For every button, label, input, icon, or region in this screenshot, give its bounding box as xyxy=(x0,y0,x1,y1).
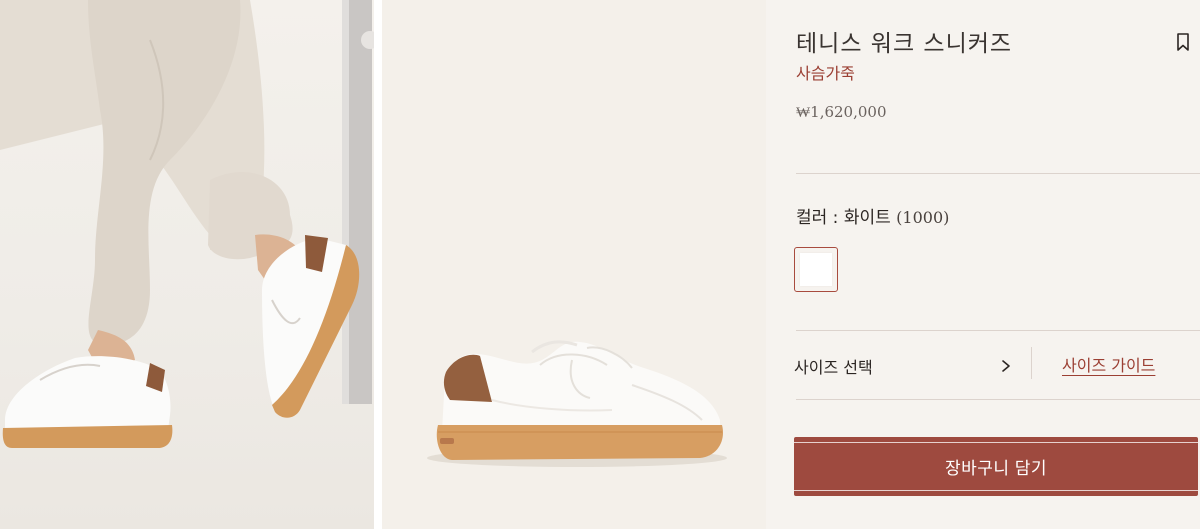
divider xyxy=(796,330,1200,331)
size-select-label: 사이즈 선택 xyxy=(794,358,873,377)
divider xyxy=(796,399,1200,400)
product-info-panel: 테니스 워크 스니커즈 사슴가죽 ₩1,620,000 컬러 : 화이트 (10… xyxy=(766,0,1200,529)
color-name: 컬러 : 화이트 xyxy=(796,208,891,228)
bookmark-icon[interactable] xyxy=(1176,33,1190,51)
product-photo-illustration xyxy=(427,340,727,467)
color-label: 컬러 : 화이트 (1000) xyxy=(796,203,949,228)
product-price: ₩1,620,000 xyxy=(796,103,887,121)
size-select-button[interactable]: 사이즈 선택 xyxy=(794,346,1018,386)
product-material: 사슴가죽 xyxy=(796,64,855,83)
size-guide-link[interactable]: 사이즈 가이드 xyxy=(1062,352,1155,376)
color-code: (1000) xyxy=(896,208,950,227)
vertical-divider xyxy=(1031,347,1032,379)
divider xyxy=(796,173,1200,174)
lifestyle-photo xyxy=(0,0,374,529)
add-to-cart-button[interactable]: 장바구니 담기 xyxy=(794,437,1198,496)
swatch-fill xyxy=(800,253,832,286)
lifestyle-photo-illustration xyxy=(0,0,374,448)
product-title: 테니스 워크 스니커즈 xyxy=(796,31,1013,57)
panel-separator xyxy=(374,0,382,529)
product-photo xyxy=(382,0,766,529)
chevron-right-icon xyxy=(1002,360,1010,372)
color-swatch-white[interactable] xyxy=(794,247,838,292)
add-to-cart-label: 장바구니 담기 xyxy=(944,459,1048,478)
